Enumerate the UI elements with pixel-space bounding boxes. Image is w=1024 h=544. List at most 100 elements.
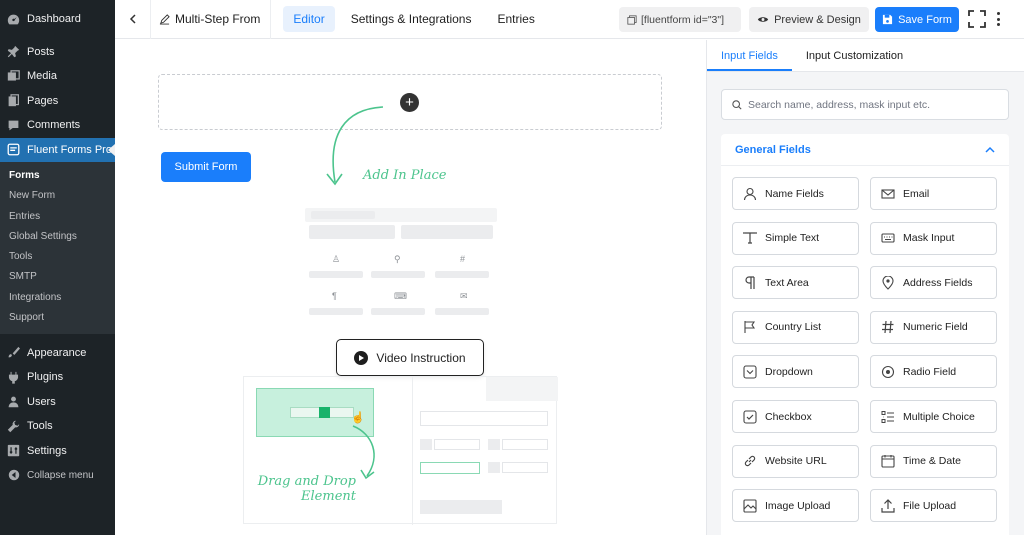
user-icon: ♙ [332, 254, 341, 264]
video-instruction-button[interactable]: Video Instruction [336, 339, 484, 376]
hash-icon: # [460, 254, 466, 264]
users-icon [6, 395, 21, 409]
dropdown-icon [743, 365, 757, 379]
field-name-fields-button[interactable]: Name Fields [732, 177, 859, 210]
form-canvas: + Add In Place Submit Form ♙ ⚲ # ¶ ⌨ ✉ V… [115, 40, 706, 535]
save-form-button[interactable]: Save Form [875, 7, 959, 32]
field-simple-text-button[interactable]: Simple Text [732, 221, 859, 255]
sidebar-item-dashboard[interactable]: Dashboard [0, 7, 115, 32]
collapse-menu-button[interactable]: Collapse menu [0, 463, 115, 488]
sidebar-item-users[interactable]: Users [0, 389, 115, 414]
wrench-icon [6, 419, 21, 433]
sidebar-item-media[interactable]: Media [0, 64, 115, 89]
submenu-new-form[interactable]: New Form [0, 186, 115, 206]
fluent-forms-submenu: Forms New Form Entries Global Settings T… [0, 162, 115, 335]
radio-icon [881, 365, 895, 378]
field-radio-field-button[interactable]: Radio Field [870, 355, 997, 389]
brush-icon [6, 346, 21, 360]
submenu-integrations[interactable]: Integrations [0, 288, 115, 308]
user-icon [743, 187, 757, 200]
form-title[interactable]: Multi-Step From [151, 0, 272, 39]
preview-design-button[interactable]: Preview & Design [749, 7, 869, 32]
tab-input-customization[interactable]: Input Customization [792, 40, 917, 71]
submenu-tools[interactable]: Tools [0, 247, 115, 267]
tab-input-fields[interactable]: Input Fields [707, 40, 792, 71]
field-time-date-button[interactable]: Time & Date [870, 444, 997, 478]
field-email-button[interactable]: Email [870, 177, 997, 210]
add-field-icon[interactable]: + [400, 93, 419, 112]
sidebar-item-settings[interactable]: Settings [0, 438, 115, 463]
media-icon [6, 69, 21, 83]
keyboard-icon [881, 233, 895, 243]
field-multiple-choice-button[interactable]: Multiple Choice [870, 400, 997, 433]
fluent-forms-icon [6, 143, 21, 157]
plug-icon [6, 370, 21, 384]
sidebar-item-plugins[interactable]: Plugins [0, 365, 115, 390]
dashboard-icon [6, 12, 21, 26]
field-checkbox-button[interactable]: Checkbox [732, 400, 859, 433]
drag-drop-hint: Drag and Drop Element [256, 474, 356, 504]
shortcode-copy[interactable]: [fluentform id="3"] [619, 7, 741, 32]
field-address-fields-button[interactable]: Address Fields [870, 266, 997, 300]
submenu-forms[interactable]: Forms [0, 166, 115, 186]
editor-topbar: Multi-Step From Editor Settings & Integr… [115, 0, 1024, 39]
general-fields-header[interactable]: General Fields [721, 134, 1009, 166]
pin-icon [6, 45, 21, 59]
flag-icon [744, 321, 756, 334]
panel-tabs: Input Fields Input Customization [707, 40, 1024, 72]
submenu-entries[interactable]: Entries [0, 207, 115, 227]
sidebar-item-pages[interactable]: Pages [0, 89, 115, 114]
submenu-global-settings[interactable]: Global Settings [0, 227, 115, 247]
sidebar-item-fluent-forms[interactable]: Fluent Forms Pro [0, 137, 115, 162]
text-icon [743, 232, 757, 244]
drag-hint-line1: Drag and Drop [257, 474, 356, 489]
field-search-input[interactable]: Search name, address, mask input etc. [721, 89, 1009, 120]
field-text-area-button[interactable]: Text Area [732, 266, 859, 300]
chevron-up-icon [985, 146, 995, 153]
edit-icon [159, 13, 170, 25]
sidebar-item-tools[interactable]: Tools [0, 414, 115, 439]
paragraph-icon [745, 276, 755, 289]
field-country-list-button[interactable]: Country List [732, 310, 859, 344]
save-icon [883, 14, 893, 25]
general-fields-section: General Fields Name Fields Email Simple Te… [721, 134, 1009, 544]
upload-icon [881, 498, 895, 513]
paragraph-icon: ¶ [332, 291, 337, 301]
image-icon [743, 499, 757, 513]
wp-admin-sidebar: Dashboard Posts Media Pages Comments Flu… [0, 0, 115, 535]
back-button[interactable] [115, 0, 151, 39]
eye-icon [757, 17, 769, 22]
tab-entries[interactable]: Entries [487, 6, 544, 32]
comments-icon [6, 118, 21, 132]
mock-form-preview: ♙ ⚲ # ¶ ⌨ ✉ [305, 200, 497, 318]
fullscreen-icon[interactable] [968, 10, 986, 28]
field-numeric-field-button[interactable]: Numeric Field [870, 310, 997, 344]
submenu-support[interactable]: Support [0, 308, 115, 328]
tab-settings-integrations[interactable]: Settings & Integrations [341, 6, 482, 32]
search-icon [732, 99, 742, 110]
chevron-left-icon [129, 14, 136, 24]
calendar-icon [881, 455, 895, 468]
play-icon [354, 350, 369, 365]
location-icon [882, 275, 894, 290]
sidebar-item-posts[interactable]: Posts [0, 40, 115, 65]
add-in-place-hint: Add In Place [363, 168, 447, 183]
more-options-icon[interactable] [993, 10, 1003, 28]
hash-icon [882, 321, 894, 334]
list-icon [881, 410, 894, 423]
field-dropdown-button[interactable]: Dropdown [732, 355, 859, 389]
field-website-url-button[interactable]: Website URL [732, 444, 859, 478]
sidebar-item-appearance[interactable]: Appearance [0, 340, 115, 365]
location-icon: ⚲ [394, 254, 401, 264]
field-file-upload-button[interactable]: File Upload [870, 489, 997, 523]
field-mask-input-button[interactable]: Mask Input [870, 221, 997, 255]
submit-form-button[interactable]: Submit Form [161, 152, 251, 182]
fields-panel: Input Fields Input Customization Search … [706, 40, 1024, 544]
link-icon [744, 455, 756, 467]
sidebar-item-comments[interactable]: Comments [0, 113, 115, 138]
submenu-smtp[interactable]: SMTP [0, 267, 115, 287]
keyboard-icon: ⌨ [394, 291, 407, 301]
tab-editor[interactable]: Editor [283, 6, 335, 32]
field-image-upload-button[interactable]: Image Upload [732, 489, 859, 523]
email-icon [881, 188, 895, 199]
